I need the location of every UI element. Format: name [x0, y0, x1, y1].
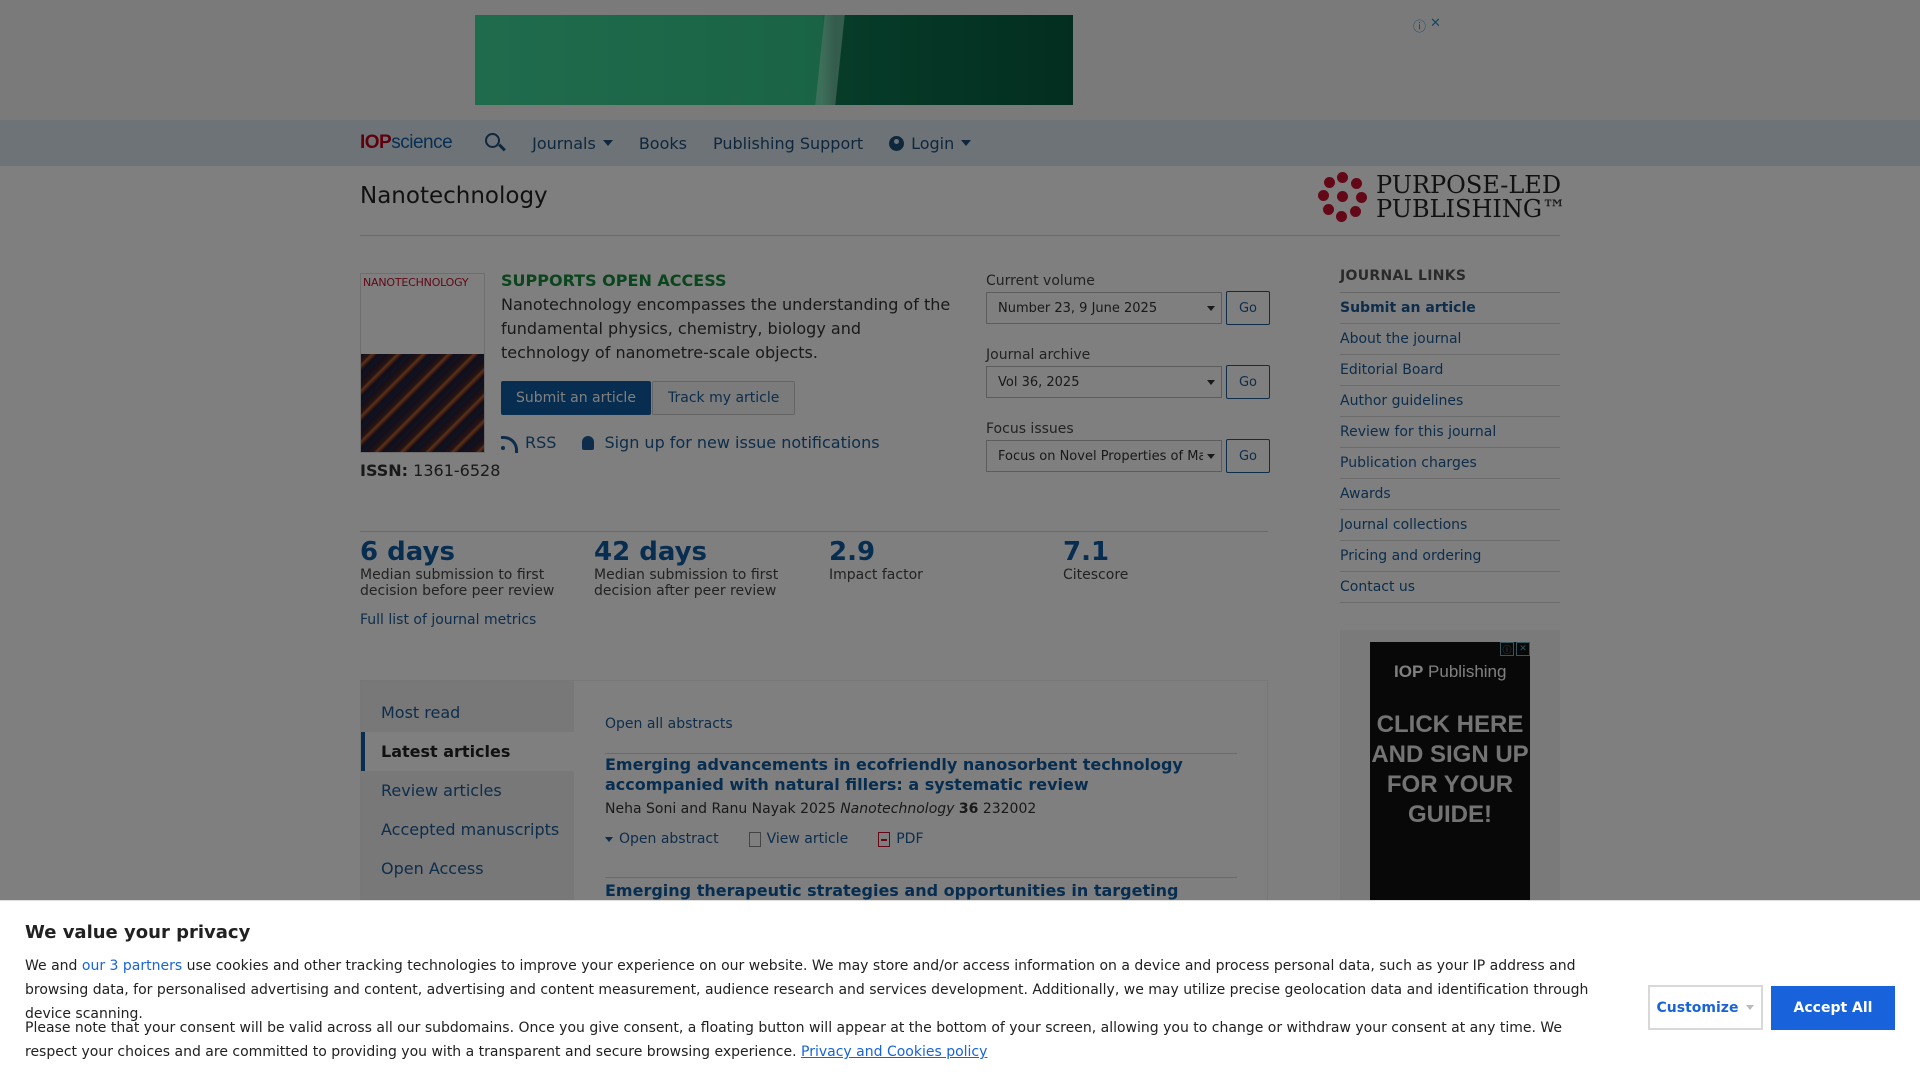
cookie-title: We value your privacy [25, 922, 251, 943]
chevron-down-icon [1746, 1005, 1755, 1010]
partners-link[interactable]: our 3 partners [82, 958, 182, 974]
cookie-p2-text: Please note that your consent will be va… [25, 1020, 1563, 1060]
cookie-consent-banner: We value your privacy We and our 3 partn… [0, 900, 1920, 1080]
accept-all-button[interactable]: Accept All [1771, 986, 1895, 1030]
privacy-policy-link[interactable]: Privacy and Cookies policy [801, 1044, 987, 1060]
cookie-p1-after: use cookies and other tracking technolog… [25, 958, 1589, 1022]
customize-button[interactable]: Customize [1648, 985, 1763, 1030]
cookie-paragraph-2: Please note that your consent will be va… [25, 1016, 1615, 1064]
customize-label: Customize [1656, 999, 1739, 1016]
cookie-p1-before: We and [25, 958, 82, 974]
